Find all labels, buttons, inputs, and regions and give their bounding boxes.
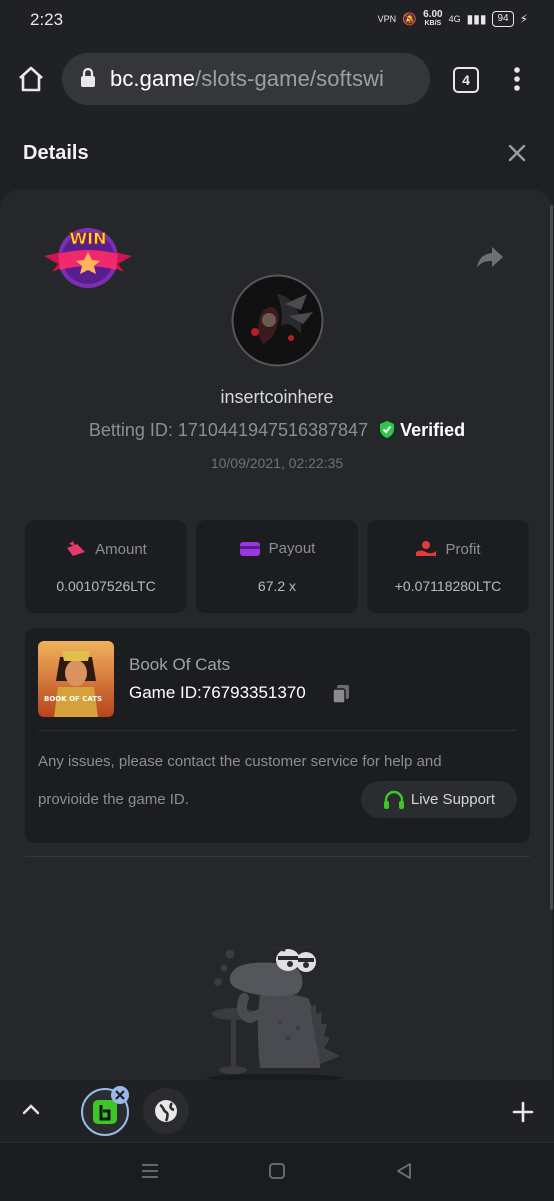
chevron-up-icon[interactable]	[22, 1103, 40, 1115]
username: insertcoinhere	[220, 387, 334, 407]
lock-icon	[81, 68, 95, 87]
betting-id-value: 1710441947516387847	[177, 420, 369, 440]
details-title: Details	[23, 142, 89, 164]
status-icons: VPN 🔕 6.00 KB/S 4G ▮▮▮ 94 ⚡	[378, 10, 528, 28]
section-divider	[25, 856, 530, 857]
game-id-label: Game ID:	[129, 683, 202, 702]
win-badge-icon: WIN	[44, 228, 132, 288]
game-card-divider	[38, 730, 517, 731]
close-tab-icon[interactable]	[110, 1085, 130, 1105]
stat-payout: Payout 67.2 x	[196, 520, 358, 613]
game-id-value: 76793351370	[201, 683, 306, 702]
net-speed-value: 6.00	[423, 9, 443, 20]
new-tab-plus-icon[interactable]	[512, 1101, 534, 1123]
win-badge-text: WIN	[70, 229, 107, 248]
stat-amount-value: 0.00107526LTC	[56, 578, 156, 594]
globe-icon	[155, 1100, 177, 1122]
mute-icon: 🔕	[402, 12, 418, 26]
scrollbar[interactable]	[550, 205, 553, 910]
tab-other[interactable]	[143, 1088, 189, 1134]
stat-profit: Profit +0.07118280LTC	[367, 520, 529, 613]
stat-amount-label: Amount	[95, 540, 147, 558]
address-bar[interactable]: bc.game/slots-game/softswi	[62, 53, 430, 105]
status-time: 2:23	[30, 10, 64, 29]
share-icon[interactable]	[475, 245, 505, 269]
support-notice-line2: provioide the game ID.	[38, 791, 189, 808]
betting-id-label: Betting ID:	[88, 420, 178, 440]
game-card: BOOK OF CATS Book Of Cats Game ID:767933…	[25, 628, 530, 843]
signal-label: 4G	[448, 14, 461, 24]
verified-shield-icon	[380, 421, 395, 438]
battery-icon: 94	[492, 11, 514, 27]
stat-profit-value: +0.07118280LTC	[394, 578, 502, 594]
stat-payout-label: Payout	[268, 540, 316, 557]
profit-icon	[416, 541, 437, 556]
url-text: bc.game/slots-game/softswi	[110, 66, 384, 92]
home-icon[interactable]	[17, 66, 45, 92]
url-host: bc.game	[110, 66, 196, 91]
crocodile-mascot-illustration	[207, 944, 343, 1080]
verified-label: Verified	[400, 420, 466, 440]
stat-amount: Amount 0.00107526LTC	[25, 520, 187, 613]
home-square-icon[interactable]	[268, 1162, 286, 1180]
avatar	[231, 274, 324, 367]
signal-icon: ▮▮▮	[466, 12, 487, 26]
url-path: /slots-game/softswi	[195, 66, 385, 91]
game-thumbnail[interactable]: BOOK OF CATS	[38, 641, 114, 717]
recents-menu-icon[interactable]	[141, 1162, 159, 1180]
close-icon[interactable]	[507, 143, 527, 163]
support-notice-line1: Any issues, please contact the customer …	[38, 753, 442, 770]
live-support-button[interactable]: Live Support	[361, 781, 517, 818]
copy-icon[interactable]	[331, 684, 351, 704]
payout-card-icon	[239, 541, 260, 556]
charging-icon: ⚡	[519, 12, 528, 26]
headset-icon	[383, 790, 404, 809]
game-id-row: Game ID:76793351370	[129, 683, 306, 703]
game-name: Book Of Cats	[129, 655, 231, 674]
vpn-icon: VPN	[377, 14, 397, 24]
back-triangle-icon[interactable]	[395, 1162, 413, 1180]
tab-switcher-button[interactable]: 4	[453, 67, 479, 93]
amount-icon	[67, 541, 86, 556]
bet-datetime: 10/09/2021, 02:22:35	[210, 455, 344, 471]
more-menu-icon[interactable]	[513, 66, 521, 92]
game-thumbnail-art: BOOK OF CATS	[38, 641, 114, 717]
stat-payout-value: 67.2 x	[257, 578, 297, 594]
game-thumb-title: BOOK OF CATS	[44, 695, 102, 703]
live-support-label: Live Support	[410, 791, 496, 808]
stat-profit-label: Profit	[445, 540, 481, 558]
net-speed-unit: KB/S	[424, 20, 442, 27]
betting-id-row: Betting ID: 1710441947516387847 Verified	[0, 420, 554, 441]
net-speed: 6.00 KB/S	[423, 10, 442, 28]
